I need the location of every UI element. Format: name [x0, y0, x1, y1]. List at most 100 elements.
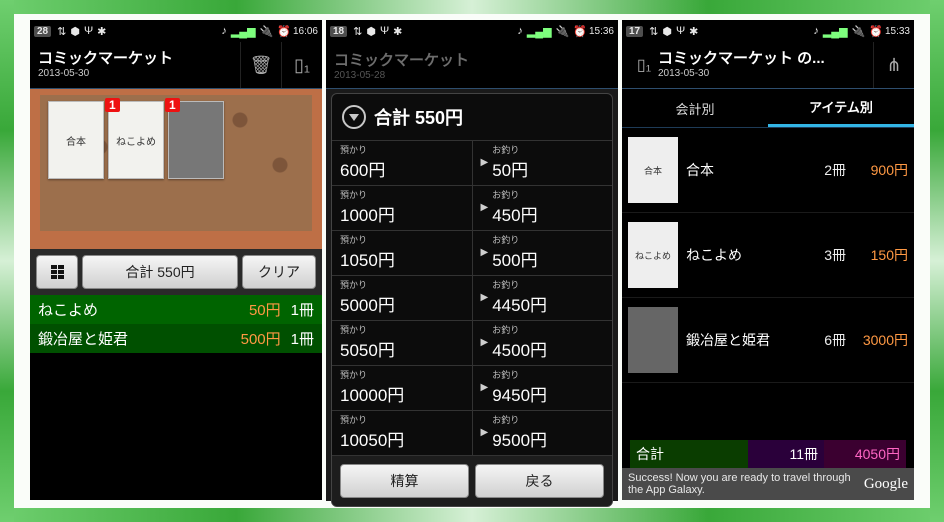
- item-name: ねこよめ: [686, 245, 798, 265]
- bug-icon: ⬢: [366, 25, 376, 38]
- deposit-label: 預かり: [340, 413, 464, 426]
- bt-icon: ✱: [97, 25, 106, 38]
- item-shelf: 合本ねこよめ11: [30, 89, 322, 249]
- back-button[interactable]: 戻る: [475, 464, 604, 498]
- app-header: コミックマーケット 2013-05-30 🗑 ▯₁: [30, 42, 322, 89]
- change-label: お釣り: [492, 413, 547, 426]
- item-thumb: 合本: [628, 137, 678, 203]
- item-thumb: ねこよめ: [628, 222, 678, 288]
- item-name: 合本: [686, 160, 798, 180]
- change-row[interactable]: 預かり10000円▶お釣り9450円: [332, 366, 612, 411]
- deposit-label: 預かり: [340, 278, 464, 291]
- share-icon[interactable]: ⋔: [873, 42, 914, 88]
- shelf-book[interactable]: 1: [168, 101, 224, 179]
- total-amount: 4050円: [824, 440, 906, 468]
- shelf-book[interactable]: ねこよめ1: [108, 101, 164, 179]
- batt-icon: 🔌: [556, 25, 570, 38]
- change-row[interactable]: 預かり600円▶お釣り50円: [332, 141, 612, 186]
- notif-badge: 28: [34, 26, 51, 37]
- app-header: ▯₁ コミックマーケット の... 2013-05-30 ⋔: [622, 42, 914, 89]
- summary-list: 合本合本2冊900円ねこよめねこよめ3冊150円鍛冶屋と姫君6冊3000円: [622, 128, 914, 383]
- line-name: ねこよめ: [38, 299, 217, 320]
- usb-icon: Ψ: [676, 25, 685, 37]
- change-value: 4500円: [492, 336, 547, 361]
- status-time: 16:06: [293, 26, 318, 37]
- dim-title: コミックマーケット: [334, 49, 469, 70]
- notif-badge: 18: [330, 26, 347, 37]
- bt-icon: ✱: [689, 25, 698, 38]
- dim-date: 2013-05-28: [334, 70, 469, 81]
- change-row[interactable]: 預かり5050円▶お釣り4500円: [332, 321, 612, 366]
- total-label: 合計: [630, 440, 748, 468]
- tag-icon[interactable]: ▯₁: [281, 42, 322, 88]
- trash-icon[interactable]: 🗑: [240, 42, 281, 88]
- change-row[interactable]: 預かり5000円▶お釣り4450円: [332, 276, 612, 321]
- change-value: 9450円: [492, 381, 547, 406]
- line-name: 鍛冶屋と姫君: [38, 328, 217, 349]
- header-title: コミックマーケット: [38, 51, 240, 68]
- arrow-icon: ▶: [481, 292, 489, 303]
- signal-icon: ▂▄▆: [823, 25, 848, 38]
- deposit-label: 預かり: [340, 188, 464, 201]
- summary-item[interactable]: 合本合本2冊900円: [622, 128, 914, 213]
- border-bottom: [0, 508, 944, 522]
- change-label: お釣り: [492, 323, 547, 336]
- chevron-down-icon: [342, 105, 366, 129]
- item-amount: 900円: [846, 160, 908, 180]
- change-row[interactable]: 預かり1050円▶お釣り500円: [332, 231, 612, 276]
- status-bar: 18 ⇅ ⬢ Ψ ✱ ♪ ▂▄▆ 🔌 ⏰ 15:36: [326, 20, 618, 42]
- settle-button[interactable]: 精算: [340, 464, 469, 498]
- shelf-book[interactable]: 合本: [48, 101, 104, 179]
- change-value: 450円: [492, 201, 537, 226]
- change-label: お釣り: [492, 278, 547, 291]
- dialog-buttons: 精算 戻る: [332, 456, 612, 506]
- change-value: 50円: [492, 156, 528, 181]
- item-qty: 6冊: [798, 330, 846, 350]
- qty-badge: 1: [165, 98, 180, 112]
- deposit-value: 5000円: [340, 291, 464, 316]
- sync-icon: ⇅: [353, 25, 362, 38]
- phone-change-dialog: 18 ⇅ ⬢ Ψ ✱ ♪ ▂▄▆ 🔌 ⏰ 15:36 コミックマーケット 201…: [326, 20, 618, 500]
- arrow-icon: ▶: [481, 337, 489, 348]
- batt-icon: 🔌: [260, 25, 274, 38]
- header-title: コミックマーケット の...: [658, 51, 873, 68]
- usb-icon: Ψ: [380, 25, 389, 37]
- summary-item[interactable]: 鍛冶屋と姫君6冊3000円: [622, 298, 914, 383]
- header-date: 2013-05-30: [38, 68, 240, 79]
- totals-row: 合計 11冊 4050円: [622, 440, 914, 468]
- summary-item[interactable]: ねこよめねこよめ3冊150円: [622, 213, 914, 298]
- bug-icon: ⬢: [662, 25, 672, 38]
- line-price: 500円: [217, 328, 281, 349]
- tag-icon: ▯₁: [630, 55, 658, 75]
- change-label: お釣り: [492, 233, 537, 246]
- deposit-value: 600円: [340, 156, 464, 181]
- deposit-value: 1050円: [340, 246, 464, 271]
- arrow-icon: ▶: [481, 382, 489, 393]
- tab-bar: 会計別 アイテム別: [622, 89, 914, 128]
- change-label: お釣り: [492, 368, 547, 381]
- arrow-icon: ▶: [481, 202, 489, 213]
- total-button[interactable]: 合計 550円: [82, 255, 238, 289]
- modal-mask: 合計 550円 預かり600円▶お釣り50円預かり1000円▶お釣り450円預か…: [326, 89, 618, 501]
- tab-by-checkout[interactable]: 会計別: [622, 89, 768, 127]
- deposit-label: 預かり: [340, 323, 464, 336]
- change-row[interactable]: 預かり1000円▶お釣り450円: [332, 186, 612, 231]
- deposit-value: 1000円: [340, 201, 464, 226]
- status-bar: 17 ⇅ ⬢ Ψ ✱ ♪ ▂▄▆ 🔌 ⏰ 15:33: [622, 20, 914, 42]
- tab-by-item[interactable]: アイテム別: [768, 89, 914, 127]
- deposit-label: 預かり: [340, 233, 464, 246]
- arrow-icon: ▶: [481, 427, 489, 438]
- sale-line[interactable]: ねこよめ50円1冊: [30, 295, 322, 324]
- arrow-icon: ▶: [481, 247, 489, 258]
- change-row[interactable]: 預かり10050円▶お釣り9500円: [332, 411, 612, 456]
- ad-banner[interactable]: Success! Now you are ready to travel thr…: [622, 468, 914, 500]
- sale-line[interactable]: 鍛冶屋と姫君500円1冊: [30, 324, 322, 353]
- dialog-title-row: 合計 550円: [332, 94, 612, 141]
- clear-button[interactable]: クリア: [242, 255, 316, 289]
- change-value: 9500円: [492, 426, 547, 451]
- ad-brand: Google: [864, 476, 908, 493]
- batt-icon: 🔌: [852, 25, 866, 38]
- bug-icon: ⬢: [70, 25, 80, 38]
- vibrate-icon: ♪: [813, 25, 819, 37]
- view-mode-button[interactable]: [36, 255, 78, 289]
